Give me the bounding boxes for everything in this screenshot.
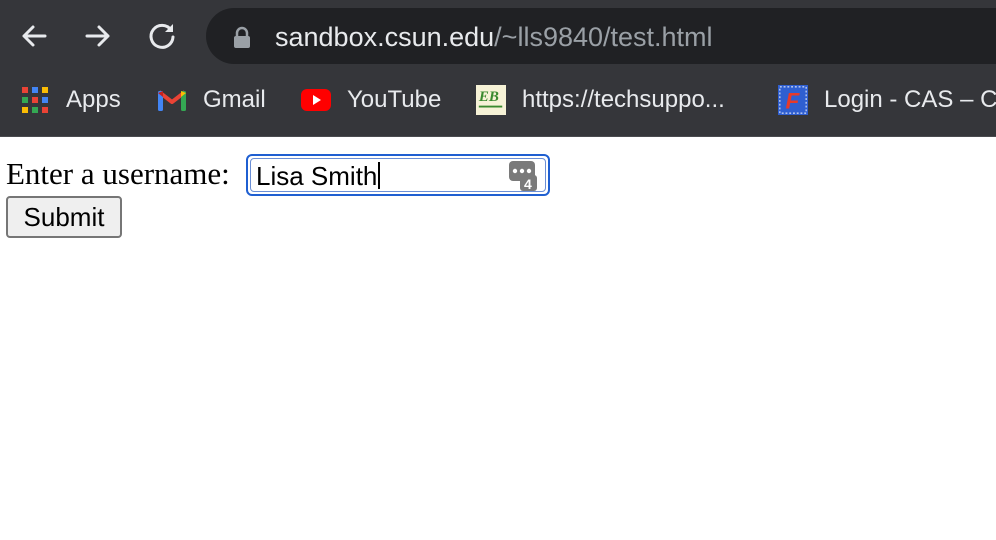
- url-text[interactable]: sandbox.csun.edu/~lls9840/test.html: [275, 19, 713, 55]
- svg-text:F: F: [786, 88, 801, 113]
- eb-icon: EB: [476, 85, 506, 115]
- username-label: Enter a username:: [6, 156, 230, 191]
- youtube-icon: [301, 85, 331, 115]
- reload-button[interactable]: [142, 16, 182, 56]
- page-content: [0, 137, 996, 540]
- bookmark-gmail[interactable]: Gmail: [157, 84, 266, 116]
- bookmark-cas-login[interactable]: F Login - CAS – C: [778, 84, 996, 116]
- bookmark-youtube[interactable]: YouTube: [301, 84, 441, 116]
- bookmark-label: Login - CAS – C: [824, 86, 996, 113]
- url-host: sandbox.csun.edu: [275, 22, 495, 52]
- cas-login-icon: F: [778, 85, 808, 115]
- password-manager-icon[interactable]: 4: [508, 159, 538, 191]
- username-input[interactable]: Lisa Smith 4: [246, 154, 550, 196]
- lock-icon: [234, 26, 250, 48]
- bookmark-apps[interactable]: Apps: [20, 84, 121, 116]
- bookmark-techsupport[interactable]: EB https://techsuppo...: [476, 84, 725, 116]
- bookmark-label: https://techsuppo...: [522, 86, 725, 113]
- username-value[interactable]: Lisa Smith: [256, 161, 381, 191]
- gmail-icon: [157, 85, 187, 115]
- forward-button[interactable]: [78, 16, 118, 56]
- back-arrow-icon: [22, 25, 47, 47]
- back-button[interactable]: [14, 16, 54, 56]
- apps-grid-icon: [20, 85, 50, 115]
- text-caret: [378, 162, 381, 189]
- forward-arrow-icon: [85, 25, 110, 47]
- submit-button[interactable]: Submit: [6, 196, 122, 238]
- reload-icon: [149, 23, 175, 49]
- bookmark-label: Gmail: [203, 86, 266, 113]
- bookmark-label: Apps: [66, 86, 121, 113]
- url-path: /~lls9840/test.html: [494, 22, 713, 52]
- bookmark-label: YouTube: [347, 86, 442, 113]
- password-count-badge: 4: [524, 176, 532, 191]
- svg-text:EB: EB: [478, 89, 499, 105]
